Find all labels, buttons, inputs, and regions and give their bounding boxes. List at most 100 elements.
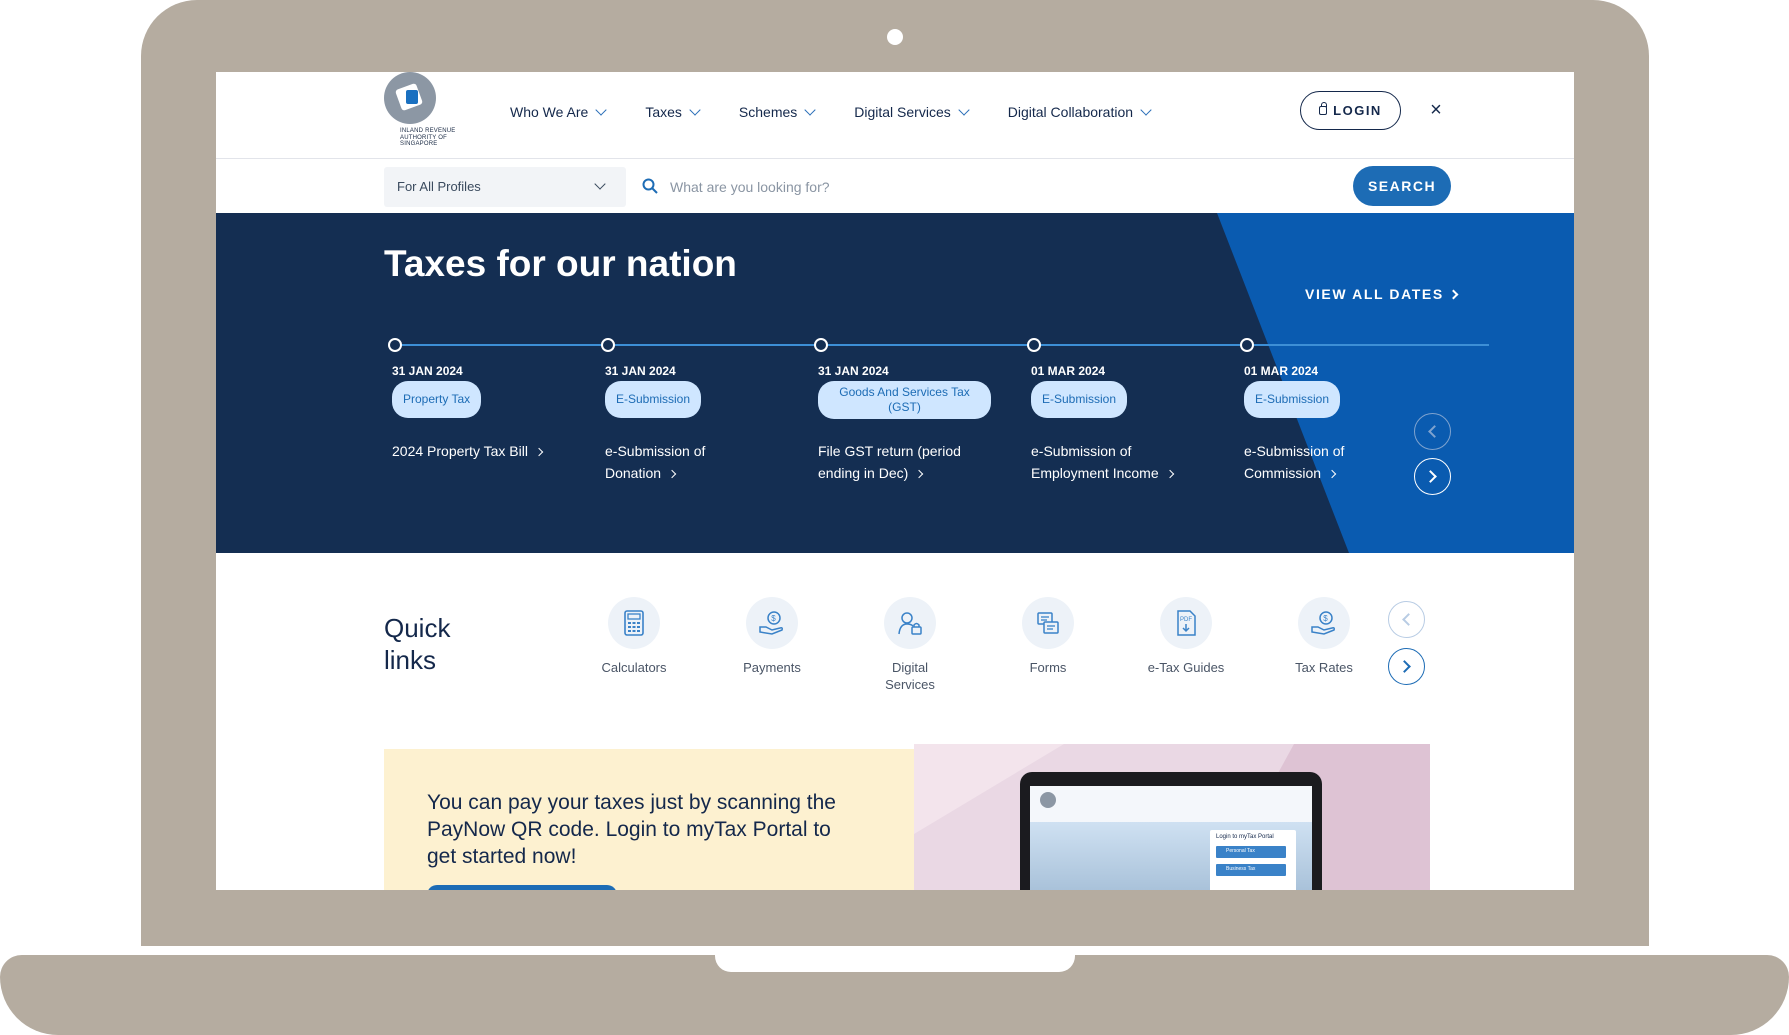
site-header: Inland Revenue Authority of Singapore Wh… — [216, 72, 1574, 159]
nav-who-we-are[interactable]: Who We Are — [510, 100, 607, 124]
chevron-down-icon — [958, 103, 970, 116]
tablet-login-item-label: Business Tax — [1226, 866, 1256, 872]
nav-label: Schemes — [738, 104, 798, 120]
laptop-notch — [715, 955, 1075, 972]
chevron-right-icon — [534, 447, 544, 457]
iras-logo[interactable]: Inland Revenue Authority of Singapore — [384, 72, 464, 154]
laptop-screen: Inland Revenue Authority of Singapore Wh… — [216, 72, 1574, 890]
chevron-left-icon — [1428, 425, 1441, 438]
event-text: File GST return (period ending in Dec) — [818, 443, 961, 481]
tablet-illustration: Login to myTax Portal Personal Tax Busin… — [1020, 772, 1322, 890]
quick-link-e-tax-guides[interactable]: PDF e-Tax Guides — [1126, 597, 1246, 676]
lock-icon — [1319, 102, 1328, 115]
nav-schemes[interactable]: Schemes — [738, 100, 816, 124]
nav-label: Digital Collaboration — [1007, 104, 1134, 120]
tax-rates-icon: $ — [1311, 611, 1335, 635]
quick-link-icon-circle: $ — [1298, 597, 1350, 649]
profile-select-value: For All Profiles — [397, 179, 481, 194]
event-text: 2024 Property Tax Bill — [392, 443, 528, 459]
quick-links-title: Quick links — [384, 613, 451, 675]
tablet-screen: Login to myTax Portal Personal Tax Busin… — [1030, 786, 1312, 890]
nav-digital-services[interactable]: Digital Services — [854, 100, 970, 124]
event-date: 01 MAR 2024 — [1244, 364, 1319, 378]
chevron-down-icon — [689, 103, 701, 116]
chevron-left-icon — [1402, 613, 1415, 626]
login-button[interactable]: LOGIN — [1300, 91, 1401, 130]
event-text: e-Submission of Donation — [605, 443, 706, 481]
event-link[interactable]: e-Submission of Donation — [605, 440, 725, 484]
nav-label: Taxes — [645, 104, 682, 120]
nav-taxes[interactable]: Taxes — [645, 100, 701, 124]
quick-link-icon-circle — [884, 597, 936, 649]
event-tag[interactable]: E-Submission — [1031, 381, 1128, 418]
login-label: LOGIN — [1333, 103, 1382, 118]
quick-link-forms[interactable]: Forms — [988, 597, 1108, 676]
tablet-login-item: Business Tax — [1216, 864, 1286, 876]
tablet-login-card: Login to myTax Portal Personal Tax Busin… — [1210, 830, 1296, 890]
payment-icon: $ — [759, 611, 783, 635]
digital-services-icon — [898, 612, 922, 635]
view-all-dates-link[interactable]: VIEW ALL DATES — [1305, 286, 1459, 302]
quick-link-icon-circle — [1022, 597, 1074, 649]
event-tag[interactable]: Property Tax — [392, 381, 482, 418]
search-input[interactable] — [670, 167, 1260, 207]
iras-logo-icon — [384, 72, 436, 124]
timeline-dot — [1240, 338, 1254, 352]
event-link[interactable]: 2024 Property Tax Bill — [392, 440, 572, 462]
camera-icon — [887, 29, 903, 45]
svg-text:$: $ — [771, 614, 776, 623]
search-button[interactable]: SEARCH — [1353, 166, 1451, 206]
nav-digital-collaboration[interactable]: Digital Collaboration — [1007, 100, 1152, 124]
quick-link-tax-rates[interactable]: $ Tax Rates — [1264, 597, 1384, 676]
quick-link-icon-circle: PDF — [1160, 597, 1212, 649]
quick-link-digital-services[interactable]: Digital Services — [850, 597, 970, 693]
event-date: 31 JAN 2024 — [818, 364, 889, 378]
forms-icon — [1037, 612, 1059, 634]
search-icon — [642, 178, 658, 194]
event-link[interactable]: e-Submission of Employment Income — [1031, 440, 1191, 484]
quick-links-prev-button[interactable] — [1388, 601, 1425, 638]
quick-link-label: Digital Services — [885, 660, 935, 692]
event-tag[interactable]: E-Submission — [605, 381, 702, 418]
svg-text:$: $ — [1323, 614, 1328, 623]
promo-image: Login to myTax Portal Personal Tax Busin… — [914, 744, 1430, 890]
promo-cta-button[interactable] — [427, 885, 617, 890]
tablet-login-caption: Login to myTax Portal — [1216, 834, 1274, 840]
chevron-right-icon — [667, 469, 677, 479]
profile-select[interactable]: For All Profiles — [384, 167, 626, 207]
promo-banner: You can pay your taxes just by scanning … — [384, 749, 914, 890]
quick-links-next-button[interactable] — [1388, 648, 1425, 685]
quick-link-label: Tax Rates — [1295, 660, 1353, 675]
quick-link-payments[interactable]: $ Payments — [712, 597, 832, 676]
close-icon[interactable]: × — [1424, 98, 1448, 122]
chevron-down-icon — [594, 178, 606, 190]
main-nav: Who We Are Taxes Schemes Digital Service… — [510, 100, 1190, 124]
event-link[interactable]: e-Submission of Commission — [1244, 440, 1364, 484]
logo-text: Inland Revenue Authority of Singapore — [400, 128, 456, 147]
event-tag[interactable]: E-Submission — [1244, 381, 1341, 418]
nav-label: Digital Services — [854, 104, 951, 120]
pdf-guide-icon: PDF — [1177, 610, 1196, 636]
event-link[interactable]: File GST return (period ending in Dec) — [818, 440, 978, 484]
timeline-dot — [814, 338, 828, 352]
quick-link-label: e-Tax Guides — [1147, 660, 1225, 675]
timeline-next-button[interactable] — [1414, 458, 1451, 495]
quick-link-label: Forms — [1029, 660, 1067, 675]
event-tag[interactable]: Goods And Services Tax (GST) — [818, 381, 991, 419]
chevron-right-icon — [1327, 469, 1337, 479]
timeline-dot — [601, 338, 615, 352]
chevron-right-icon — [1165, 469, 1174, 479]
chevron-right-icon — [1448, 289, 1459, 300]
search-bar: For All Profiles SEARCH — [216, 160, 1574, 213]
chevron-down-icon — [595, 103, 607, 116]
timeline-line — [394, 344, 1489, 346]
quick-link-label: Payments — [743, 660, 801, 675]
chevron-down-icon — [804, 103, 816, 116]
hero-title: Taxes for our nation — [384, 243, 737, 284]
event-date: 01 MAR 2024 — [1031, 364, 1106, 378]
timeline-dot — [1027, 338, 1041, 352]
timeline-dot — [388, 338, 402, 352]
quick-link-calculators[interactable]: Calculators — [574, 597, 694, 676]
quick-link-icon-circle: $ — [746, 597, 798, 649]
timeline-prev-button[interactable] — [1414, 413, 1451, 450]
